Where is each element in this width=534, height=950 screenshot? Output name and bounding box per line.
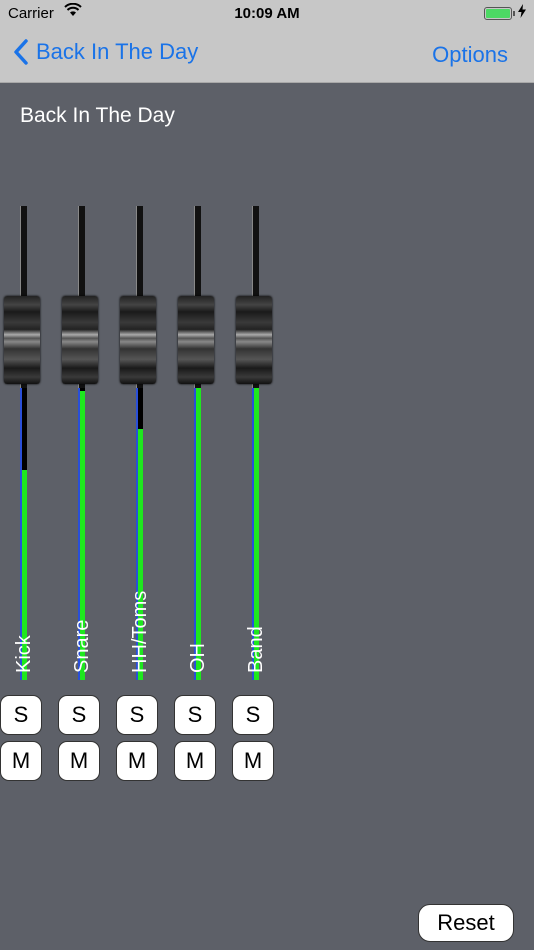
options-button[interactable]: Options	[432, 42, 508, 68]
page-title: Back In The Day	[20, 104, 175, 127]
reset-button[interactable]: Reset	[418, 904, 514, 942]
channel-strip-5: Band S M	[230, 200, 290, 790]
fader-knob[interactable]	[120, 296, 156, 384]
mute-button[interactable]: M	[0, 741, 42, 781]
mute-button[interactable]: M	[232, 741, 274, 781]
channel-strip-2: Snare S M	[56, 200, 116, 790]
back-button-label: Back In The Day	[36, 39, 199, 64]
channel-strip-4: OH S M	[172, 200, 232, 790]
solo-button[interactable]: S	[174, 695, 216, 735]
channel-label: HH/Toms	[129, 590, 151, 673]
fader-knob[interactable]	[178, 296, 214, 384]
fader-knob[interactable]	[236, 296, 272, 384]
fader-knob[interactable]	[62, 296, 98, 384]
channel-label: Band	[245, 626, 267, 673]
solo-button[interactable]: S	[0, 695, 42, 735]
channel-label: OH	[187, 643, 209, 673]
navigation-bar: Back In The Day Options	[0, 28, 534, 83]
solo-button[interactable]: S	[58, 695, 100, 735]
channel-label: Kick	[13, 635, 35, 673]
solo-button[interactable]: S	[116, 695, 158, 735]
mute-button[interactable]: M	[174, 741, 216, 781]
status-bar: Carrier 10:09 AM	[0, 0, 534, 28]
channel-label: Snare	[71, 619, 93, 673]
chevron-left-icon	[14, 39, 28, 65]
fader-knob[interactable]	[4, 296, 40, 384]
mute-button[interactable]: M	[58, 741, 100, 781]
charging-icon	[518, 4, 526, 22]
back-button[interactable]: Back In The Day	[14, 39, 198, 65]
solo-button[interactable]: S	[232, 695, 274, 735]
battery-icon	[484, 7, 515, 20]
channel-strip-1: Kick S M	[0, 200, 58, 790]
status-time: 10:09 AM	[234, 5, 300, 22]
mute-button[interactable]: M	[116, 741, 158, 781]
channel-strip-3: HH/Toms S M	[114, 200, 174, 790]
